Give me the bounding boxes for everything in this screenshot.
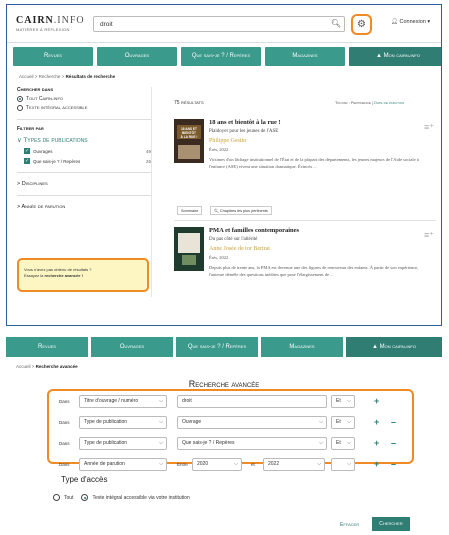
radio-access-institution[interactable]: Texte intégral accessible via votre inst… bbox=[81, 494, 190, 501]
search-in-heading: Chercher dans bbox=[17, 87, 54, 93]
breadcrumb-home[interactable]: Accueil bbox=[16, 364, 31, 369]
relevant-chapters-button[interactable]: 🔍︎ Chapitres les plus pertinents bbox=[210, 206, 272, 215]
result-publisher: Érès, 2022 bbox=[209, 147, 229, 152]
add-to-list-icon[interactable]: ≡⁺ bbox=[424, 230, 434, 241]
nav-ouvrages[interactable]: Ouvrages bbox=[97, 47, 177, 66]
radio-full-text[interactable]: Texte intégral accessible bbox=[17, 105, 151, 111]
row-label: Dans bbox=[59, 462, 70, 467]
filter-disciplines[interactable]: > Disciplines bbox=[17, 181, 151, 187]
nav-mon-cairn[interactable]: ▲ Mon cairn.info bbox=[346, 337, 442, 357]
breadcrumb-search[interactable]: Recherche bbox=[39, 74, 61, 79]
query-input[interactable]: droit bbox=[177, 395, 327, 408]
result-description: Depuis plus de trente ans, la PMA est de… bbox=[209, 265, 419, 277]
filter-heading: Filtrer par bbox=[17, 126, 44, 132]
advanced-search-screenshot: Revues Ouvrages Que sais-je ? / Repères … bbox=[6, 337, 442, 531]
criteria-row: Dans Type de publication ⌵ Que sais-je ? … bbox=[49, 437, 411, 450]
remove-row-button[interactable]: – bbox=[391, 437, 396, 450]
operator-select[interactable]: Et ⌵ bbox=[331, 416, 355, 429]
summary-button[interactable]: Sommaire bbox=[177, 206, 203, 215]
access-type-heading: Type d'accès bbox=[61, 475, 108, 484]
book-cover[interactable]: 18 ANS ET BIENTÔT À LA RUE ! bbox=[174, 119, 204, 163]
main-nav: Revues Ouvrages Que sais-je ? / Repères … bbox=[6, 337, 442, 357]
criteria-row: Dans Titre d'ouvrage / numéro ⌵ droit Et ⌵… bbox=[49, 395, 411, 408]
row-label: Dans bbox=[59, 420, 70, 425]
svg-text:À LA RUE !: À LA RUE ! bbox=[181, 134, 198, 139]
gear-icon[interactable]: ⚙ bbox=[351, 14, 372, 35]
operator-select[interactable]: ⌵ bbox=[331, 458, 355, 471]
add-row-button[interactable]: + bbox=[374, 437, 379, 450]
nav-revues[interactable]: Revues bbox=[6, 337, 88, 357]
connexion-button[interactable]: 👤︎ Connexion ▾ bbox=[391, 19, 430, 25]
result-author[interactable]: Philippe Gestin bbox=[209, 138, 246, 144]
search-icon[interactable]: 🔍︎ bbox=[331, 19, 341, 28]
result-count: 75 résultats bbox=[174, 100, 204, 106]
operator-select[interactable]: Et ⌵ bbox=[331, 395, 355, 408]
result-item: PMA et familles contemporaines Du pas cô… bbox=[174, 227, 436, 323]
row-label: Dans bbox=[59, 399, 70, 404]
breadcrumb: Accueil > Recherche > Résultats de reche… bbox=[19, 74, 116, 79]
clear-button[interactable]: Effacer bbox=[340, 522, 359, 528]
nav-que-sais-je[interactable]: Que sais-je ? / Repères bbox=[181, 47, 261, 66]
result-item: 18 ANS ET BIENTÔT À LA RUE ! 18 ans et b… bbox=[174, 119, 436, 217]
checkbox-ouvrages[interactable]: ✓ Ouvrages 49 bbox=[17, 148, 151, 154]
year-from-select[interactable]: 2020 ⌵ bbox=[192, 458, 242, 471]
value-select[interactable]: Que sais-je ? / Repères ⌵ bbox=[177, 437, 327, 450]
result-author[interactable]: Anne Josée de tor Bertrat bbox=[209, 246, 270, 252]
top-bar: CAIRN.INFO MATIÈRES À RÉFLEXION droit 🔍︎… bbox=[7, 5, 441, 43]
cairn-logo[interactable]: CAIRN.INFO bbox=[16, 15, 85, 26]
checkbox-que-sais-je[interactable]: ✓ Que sais-je ? / Repères 26 bbox=[17, 158, 151, 164]
search-button[interactable]: Chercher bbox=[372, 517, 410, 531]
nav-mon-cairn[interactable]: ▲ Mon cairn.info bbox=[349, 47, 441, 66]
filter-pub-types[interactable]: ∨ Types de publications bbox=[17, 136, 151, 144]
add-row-button[interactable]: + bbox=[374, 395, 379, 408]
radio-access-all[interactable]: Tout bbox=[53, 494, 73, 501]
result-publisher: Érès, 2022 bbox=[209, 255, 229, 260]
search-input[interactable]: droit 🔍︎ bbox=[93, 16, 345, 32]
access-options: Tout Texte intégral accessible via votre… bbox=[53, 494, 190, 501]
field-select[interactable]: Type de publication ⌵ bbox=[79, 437, 167, 450]
result-subtitle: Plaidoyer pour les jeunes de l'ASE bbox=[209, 129, 279, 134]
nav-magazines[interactable]: Magazines bbox=[265, 47, 345, 66]
breadcrumb-current: Résultats de recherche bbox=[65, 74, 116, 79]
advanced-search-notice: Vous n'avez pas obtenu de résultats ? Es… bbox=[17, 258, 149, 292]
result-title[interactable]: 18 ans et bientôt à la rue ! bbox=[209, 119, 409, 126]
book-cover[interactable] bbox=[174, 227, 204, 271]
results-page-screenshot: CAIRN.INFO MATIÈRES À RÉFLEXION droit 🔍︎… bbox=[6, 4, 442, 326]
field-select[interactable]: Titre d'ouvrage / numéro ⌵ bbox=[79, 395, 167, 408]
advanced-search-link[interactable]: recherche avancée ! bbox=[44, 273, 82, 278]
add-to-list-icon[interactable]: ≡⁺ bbox=[424, 122, 434, 133]
sort-selector[interactable]: Tri par : Pertinence | Date de parution bbox=[335, 100, 404, 105]
main-nav: Revues Ouvrages Que sais-je ? / Repères … bbox=[13, 47, 441, 66]
nav-ouvrages[interactable]: Ouvrages bbox=[91, 337, 173, 357]
value-select[interactable]: Ouvrage ⌵ bbox=[177, 416, 327, 429]
result-title[interactable]: PMA et familles contemporaines bbox=[209, 227, 409, 234]
advanced-search-title: Recherche avancée bbox=[188, 379, 260, 389]
breadcrumb: Accueil > Recherche avancée bbox=[16, 364, 78, 369]
criteria-row: Dans Type de publication ⌵ Ouvrage ⌵ Et ⌵ +… bbox=[49, 416, 411, 429]
and-label: et bbox=[251, 462, 255, 467]
breadcrumb-current: Recherche avancée bbox=[35, 364, 78, 369]
between-label: Entre bbox=[177, 462, 188, 467]
result-subtitle: Du pas côté sur l'altérité bbox=[209, 237, 258, 242]
nav-revues[interactable]: Revues bbox=[13, 47, 93, 66]
filter-year[interactable]: > Année de parution bbox=[17, 204, 151, 210]
row-label: Dans bbox=[59, 441, 70, 446]
add-row-button[interactable]: + bbox=[374, 416, 379, 429]
result-description: Victimes d'un lâchage institutionnel de … bbox=[209, 157, 419, 169]
year-to-select[interactable]: 2022 ⌵ bbox=[263, 458, 325, 471]
nav-magazines[interactable]: Magazines bbox=[261, 337, 343, 357]
field-select[interactable]: Type de publication ⌵ bbox=[79, 416, 167, 429]
field-select[interactable]: Année de parution ⌵ bbox=[79, 458, 167, 471]
operator-select[interactable]: Et ⌵ bbox=[331, 437, 355, 450]
add-row-button[interactable]: + bbox=[374, 458, 379, 471]
remove-row-button[interactable]: – bbox=[391, 458, 396, 471]
breadcrumb-home[interactable]: Accueil bbox=[19, 74, 34, 79]
logo-tagline: MATIÈRES À RÉFLEXION bbox=[16, 27, 70, 32]
remove-row-button[interactable]: – bbox=[391, 416, 396, 429]
criteria-row: Dans Année de parution ⌵ Entre 2020 ⌵ et 2… bbox=[49, 458, 411, 471]
radio-all[interactable]: Tout Cairn.info bbox=[17, 96, 151, 102]
nav-que-sais-je[interactable]: Que sais-je ? / Repères bbox=[176, 337, 258, 357]
